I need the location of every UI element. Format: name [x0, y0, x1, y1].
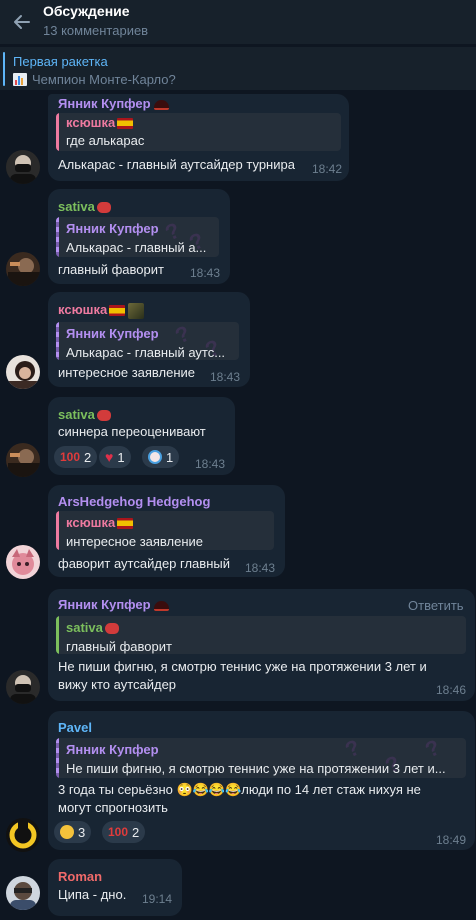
avatar[interactable] [6, 545, 40, 579]
boxing-glove-emoji-icon [96, 410, 111, 422]
message-time: 18:46 [436, 683, 467, 697]
message-time: 18:42 [312, 162, 343, 176]
message-text: главный фаворит [58, 262, 164, 277]
boxing-glove-emoji-icon [96, 202, 111, 214]
reaction-chip[interactable]: 100 2 [54, 446, 98, 468]
message-text: Ципа - дно. [58, 887, 127, 902]
reaction-chip[interactable]: 3 [54, 821, 92, 843]
message-bubble[interactable]: ксюшка ?? Янник Купфер Алькарас - главны… [48, 292, 250, 387]
message-author: Янник Купфер [58, 597, 151, 612]
pinned-text: Чемпион Монте-Карло? [32, 72, 176, 87]
spain-flag-icon [117, 518, 134, 530]
message-time: 18:43 [190, 266, 221, 280]
message-text: фаворит аутсайдер главный [58, 556, 230, 571]
hat-emoji-icon [153, 99, 169, 110]
spain-flag-icon [109, 305, 126, 317]
reply-button[interactable]: Ответить [408, 598, 464, 613]
back-arrow-icon[interactable] [6, 6, 38, 38]
reply-author: Янник Купфер [66, 326, 159, 341]
reply-text: интересное заявление [66, 534, 204, 549]
avatar[interactable] [6, 670, 40, 704]
message-bubble[interactable]: Янник Купфер ксюшка где алькарас Алькара… [48, 94, 349, 181]
message-text-line: вижу кто аутсайдер [58, 677, 177, 692]
message-author: sativa [58, 199, 95, 214]
reaction-chip[interactable]: 100 2 [102, 821, 146, 843]
reply-text: главный фаворит [66, 639, 172, 654]
hundred-emoji-icon: 100 [108, 825, 129, 839]
reply-text: Алькарас - главный аутс... [66, 345, 226, 360]
reply-author: ксюшка [66, 115, 116, 130]
avatar[interactable] [6, 150, 40, 184]
clown-emoji-icon [148, 450, 162, 464]
comment-count: 13 комментариев [43, 23, 149, 38]
message-time: 18:43 [195, 457, 226, 471]
spain-flag-icon [117, 118, 134, 130]
boxing-glove-emoji-icon [104, 623, 119, 635]
reaction-chip[interactable]: ♥ 1 [99, 446, 131, 468]
message-bubble[interactable]: sativa ?? Янник Купфер Алькарас - главны… [48, 189, 230, 284]
message-bubble[interactable]: sativa синнера переоценивают 100 2 ♥ 1 1 1… [48, 397, 235, 475]
message-bubble[interactable]: Янник Купфер Ответить sativa главный фав… [48, 589, 475, 701]
message-text: Алькарас - главный аутсайдер турнира [58, 157, 295, 172]
grimace-emoji-icon [60, 825, 74, 839]
reply-author: Янник Купфер [66, 742, 159, 757]
reply-text: где алькарас [66, 133, 145, 148]
avatar[interactable] [6, 443, 40, 477]
message-text-line: 3 года ты серьёзно 😳😂😂😂люди по 14 лет ст… [58, 782, 421, 797]
reply-quote[interactable]: ?? Янник Купфер Алькарас - главный аутс.… [56, 322, 239, 360]
message-bubble[interactable]: Pavel ??? Янник Купфер Не пиши фигню, я … [48, 711, 475, 850]
reply-quote[interactable]: ??? Янник Купфер Не пиши фигню, я смотрю… [56, 738, 466, 778]
avatar[interactable] [6, 252, 40, 286]
reply-author: sativa [66, 620, 103, 635]
reply-text: Алькарас - главный а... [66, 240, 207, 255]
reply-quote[interactable]: sativa главный фаворит [56, 616, 466, 654]
reply-author: Янник Купфер [66, 221, 159, 236]
reply-quote[interactable]: ксюшка интересное заявление [56, 511, 274, 550]
hundred-emoji-icon: 100 [60, 450, 81, 464]
message-author: Янник Купфер [58, 96, 151, 111]
pinned-post[interactable]: Первая ракетка Чемпион Монте-Карло? [0, 46, 476, 90]
message-author: sativa [58, 407, 95, 422]
message-author: Pavel [58, 720, 92, 735]
message-time: 18:49 [436, 833, 467, 847]
avatar[interactable] [6, 355, 40, 389]
pinned-accent-bar [3, 52, 5, 86]
reaction-chip[interactable]: 1 [142, 446, 180, 468]
avatar[interactable] [6, 876, 40, 910]
page-title: Обсуждение [43, 3, 130, 19]
custom-emoji-icon [128, 302, 145, 319]
message-text: синнера переоценивают [58, 424, 206, 439]
message-time: 19:14 [142, 892, 173, 906]
message-author: Roman [58, 869, 103, 884]
top-bar: Обсуждение 13 комментариев [0, 0, 476, 44]
avatar[interactable] [6, 818, 40, 852]
reply-quote[interactable]: ксюшка где алькарас [56, 113, 341, 151]
heart-emoji-icon: ♥ [105, 449, 114, 465]
hat-emoji-icon [153, 600, 169, 611]
message-bubble[interactable]: ArsHedgehog Hedgehog ксюшка интересное з… [48, 485, 285, 577]
message-text: интересное заявление [58, 365, 196, 380]
message-text-line: Не пиши фигню, я смотрю теннис уже на пр… [58, 659, 427, 674]
message-time: 18:43 [210, 370, 241, 384]
pinned-title: Первая ракетка [13, 54, 108, 69]
reply-text: Не пиши фигню, я смотрю теннис уже на пр… [66, 761, 446, 776]
message-bubble[interactable]: Roman Ципа - дно. 19:14 [48, 859, 182, 916]
reply-author: ксюшка [66, 515, 116, 530]
reply-quote[interactable]: ?? Янник Купфер Алькарас - главный а... [56, 217, 219, 257]
bar-chart-icon [13, 73, 27, 86]
message-text-line: могут спрогнозить [58, 800, 168, 815]
message-time: 18:43 [245, 561, 276, 575]
message-author: ArsHedgehog Hedgehog [58, 494, 211, 509]
message-author: ксюшка [58, 302, 108, 317]
